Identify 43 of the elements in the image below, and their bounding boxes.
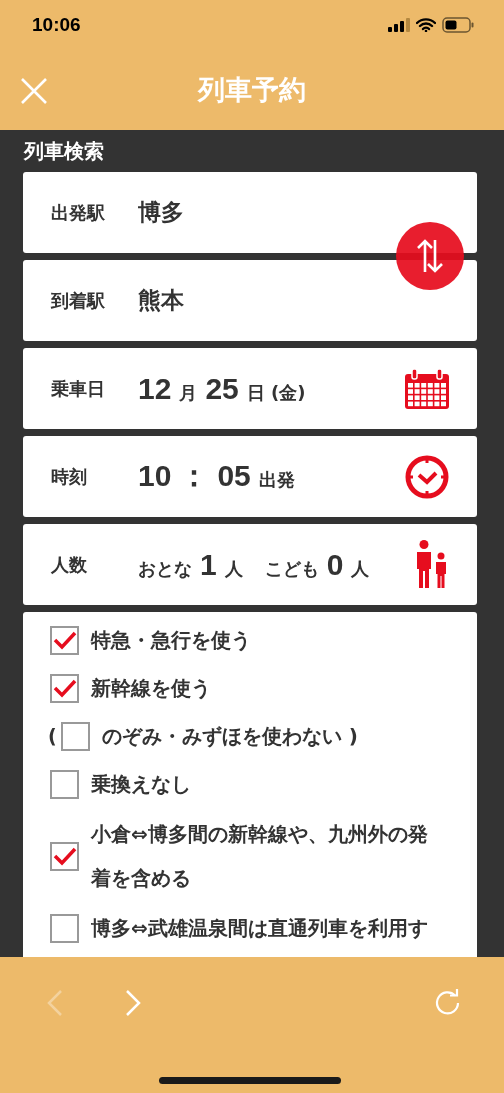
checkbox[interactable] — [50, 913, 79, 943]
checkbox[interactable] — [50, 841, 79, 871]
swap-arrows-icon[interactable] — [415, 238, 445, 274]
clock-icon[interactable] — [405, 454, 449, 499]
option-label: 特急・急行を使う — [91, 627, 251, 654]
chevron-right-icon[interactable] — [125, 990, 141, 1016]
checkmark-icon — [52, 678, 77, 698]
option-label: のぞみ・みずほを使わない ) — [101, 723, 358, 750]
wifi-icon — [416, 18, 436, 32]
field-label: 人数 — [51, 552, 88, 577]
checkbox[interactable] — [50, 673, 79, 703]
signal-icon — [388, 18, 410, 32]
checkmark-icon — [52, 630, 77, 650]
station-value: 博多 — [138, 198, 184, 227]
people-icon[interactable] — [415, 539, 449, 590]
field-label: 到着駅 — [51, 288, 106, 313]
battery-icon — [442, 17, 474, 33]
checkbox[interactable] — [50, 625, 79, 655]
checkmark-icon — [52, 846, 77, 866]
form-field[interactable]: 乗車日 12 月 25 日 (金) — [23, 348, 477, 429]
form-field[interactable]: 時刻 10 ： 05 出発 — [23, 436, 477, 517]
time-value: 10 ： 05 出発 — [138, 458, 295, 494]
option-label: 乗換えなし — [91, 771, 191, 798]
people-value: おとな 1 人 こども 0 人 — [138, 547, 370, 582]
option-label: 博多⇔武雄温泉間は直通列車を利用す — [91, 915, 428, 942]
parenthesis: ( — [48, 725, 57, 747]
date-value: 12 月 25 日 (金) — [138, 371, 306, 406]
option-label: 新幹線を使う — [91, 675, 211, 702]
checkbox[interactable] — [60, 721, 90, 751]
field-label: 時刻 — [51, 464, 88, 489]
form-field[interactable]: 出発駅 博多 — [23, 172, 477, 253]
form-field[interactable]: 到着駅 熊本 — [23, 260, 477, 341]
section-title: 列車検索 — [23, 138, 105, 165]
station-value: 熊本 — [138, 286, 184, 315]
field-label: 出発駅 — [51, 200, 106, 225]
field-label: 乗車日 — [51, 376, 106, 401]
checkbox[interactable] — [50, 769, 79, 799]
screen-title: 列車予約 — [198, 73, 306, 107]
option-label: 小倉⇔博多間の新幹線や、九州外の発着を含める — [91, 821, 429, 892]
calendar-icon[interactable] — [405, 368, 449, 409]
form-field[interactable]: 人数 おとな 1 人 こども 0 人 — [23, 524, 477, 605]
close-button[interactable] — [20, 77, 48, 105]
clock-time: 10:06 — [32, 14, 81, 36]
